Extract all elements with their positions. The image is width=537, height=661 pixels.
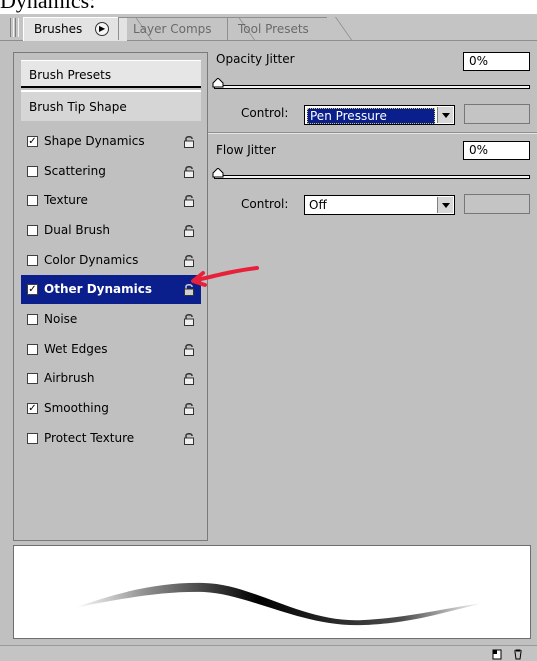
- flow-control-value: Off: [309, 198, 327, 212]
- lock-icon[interactable]: [183, 135, 195, 148]
- option-label: Airbrush: [44, 371, 95, 385]
- brush-presets-item[interactable]: Brush Presets: [21, 60, 201, 88]
- opacity-control-label: Control:: [241, 106, 289, 120]
- tab-brushes[interactable]: Brushes ▶: [23, 17, 153, 41]
- checkbox[interactable]: [27, 225, 38, 236]
- new-preset-icon[interactable]: [491, 648, 503, 660]
- checkbox[interactable]: [27, 433, 38, 444]
- brush-stroke: [74, 582, 484, 626]
- brush-options-list: Brush Presets Brush Tip Shape ✓ Shape Dyn…: [13, 52, 208, 541]
- option-shape-dynamics[interactable]: ✓ Shape Dynamics: [21, 127, 201, 156]
- opacity-control-select[interactable]: Pen Pressure: [304, 105, 455, 125]
- lock-icon[interactable]: [183, 224, 195, 237]
- chevron-down-icon[interactable]: [437, 197, 453, 213]
- lock-icon[interactable]: [183, 372, 195, 385]
- option-label: Noise: [44, 312, 78, 326]
- lock-icon[interactable]: [183, 165, 195, 178]
- slider-thumb-icon[interactable]: [212, 78, 224, 88]
- lock-icon[interactable]: [183, 402, 195, 415]
- checkbox[interactable]: [27, 344, 38, 355]
- flow-control-select[interactable]: Off: [304, 195, 455, 215]
- tab-bar: Brushes ▶ Layer Comps Tool Presets: [0, 14, 537, 41]
- slider-thumb-icon[interactable]: [212, 168, 224, 178]
- lock-icon[interactable]: [183, 194, 195, 207]
- panel-footer: [0, 645, 537, 661]
- checkbox[interactable]: [27, 166, 38, 177]
- checkbox[interactable]: [27, 255, 38, 266]
- option-label: Shape Dynamics: [44, 134, 145, 148]
- trash-icon[interactable]: [512, 648, 524, 660]
- option-wet-edges[interactable]: Wet Edges: [21, 335, 201, 364]
- option-smoothing[interactable]: ✓ Smoothing: [21, 394, 201, 423]
- red-arrow-annotation: [191, 266, 259, 287]
- option-label: Smoothing: [44, 401, 109, 415]
- option-label: Wet Edges: [44, 342, 108, 356]
- flow-jitter-value[interactable]: 0%: [463, 141, 530, 160]
- flow-control-label: Control:: [241, 197, 289, 211]
- tab-label: Tool Presets: [238, 22, 309, 36]
- checkbox[interactable]: [27, 314, 38, 325]
- caption-text: Dynamics:: [0, 0, 96, 13]
- option-noise[interactable]: Noise: [21, 305, 201, 334]
- option-label: Other Dynamics: [44, 282, 153, 296]
- play-circle-icon[interactable]: ▶: [95, 21, 110, 36]
- option-color-dynamics[interactable]: Color Dynamics: [21, 246, 201, 275]
- opacity-jitter-slider[interactable]: [214, 85, 530, 89]
- option-label: Color Dynamics: [44, 253, 139, 267]
- brushes-panel: Brushes ▶ Layer Comps Tool Presets Brush…: [0, 14, 537, 661]
- checkbox[interactable]: ✓: [27, 136, 38, 147]
- checkbox[interactable]: ✓: [27, 403, 38, 414]
- tab-label: Brushes: [34, 22, 83, 36]
- checkbox[interactable]: ✓: [27, 284, 38, 295]
- opacity-jitter-label: Opacity Jitter: [216, 52, 295, 66]
- brush-tip-shape-item[interactable]: Brush Tip Shape: [21, 90, 201, 121]
- option-label: Protect Texture: [44, 431, 135, 445]
- checkbox[interactable]: [27, 195, 38, 206]
- option-label: Dual Brush: [44, 223, 110, 237]
- option-protect-texture[interactable]: Protect Texture: [21, 424, 201, 453]
- flow-jitter-label: Flow Jitter: [216, 143, 276, 157]
- option-label: Texture: [44, 193, 88, 207]
- tab-label: Layer Comps: [133, 22, 212, 36]
- flow-fade-field: [464, 194, 530, 214]
- brush-stroke-preview: [13, 545, 531, 639]
- lock-icon[interactable]: [183, 343, 195, 356]
- flow-jitter-slider[interactable]: [214, 175, 530, 179]
- panel-grip[interactable]: [10, 18, 14, 37]
- option-other-dynamics[interactable]: ✓ Other Dynamics: [21, 275, 201, 304]
- opacity-fade-field: [464, 104, 530, 124]
- option-label: Scattering: [44, 164, 106, 178]
- opacity-control-value: Pen Pressure: [307, 108, 435, 124]
- lock-icon[interactable]: [183, 313, 195, 326]
- option-scattering[interactable]: Scattering: [21, 157, 201, 186]
- chevron-down-icon[interactable]: [437, 107, 453, 123]
- panel-grip[interactable]: [15, 18, 19, 37]
- tab-layer-comps[interactable]: Layer Comps: [118, 17, 255, 40]
- tab-tool-presets[interactable]: Tool Presets: [227, 17, 352, 40]
- option-dual-brush[interactable]: Dual Brush: [21, 216, 201, 245]
- option-airbrush[interactable]: Airbrush: [21, 364, 201, 393]
- option-texture[interactable]: Texture: [21, 186, 201, 215]
- opacity-jitter-value[interactable]: 0%: [463, 52, 530, 71]
- lock-icon[interactable]: [183, 432, 195, 445]
- checkbox[interactable]: [27, 373, 38, 384]
